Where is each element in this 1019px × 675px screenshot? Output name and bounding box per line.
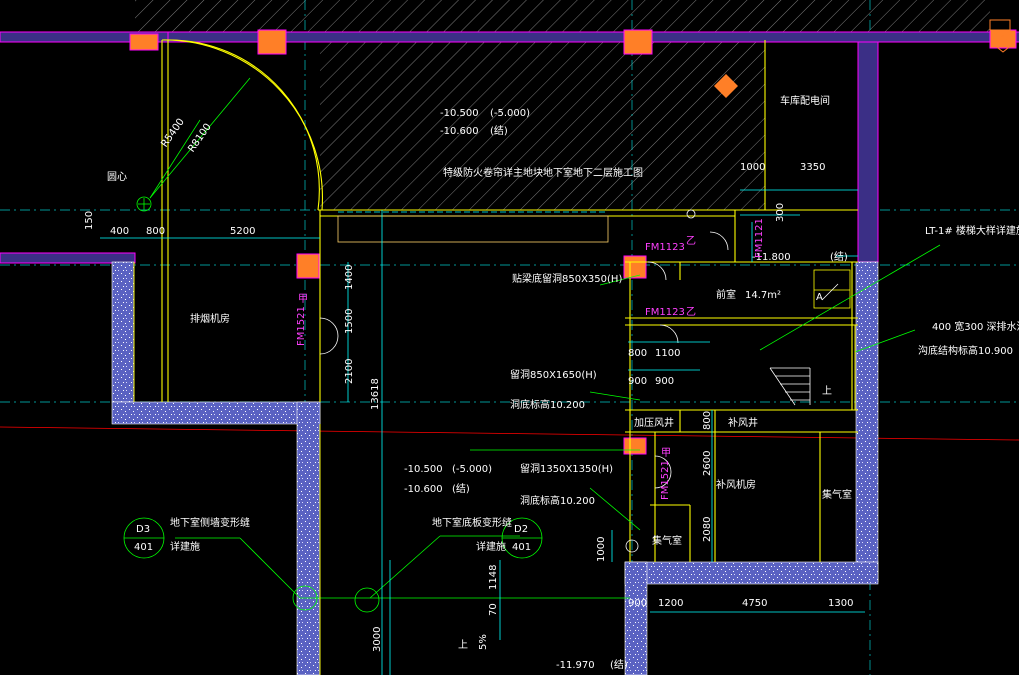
- dim-800-c: 800: [702, 411, 713, 430]
- elev-mid-a-paren: (-5.000): [452, 464, 492, 475]
- gas-room-1-label: 集气室: [822, 488, 852, 501]
- dim-1400: 1400: [344, 265, 355, 290]
- dim-1000-top: 1000: [740, 162, 765, 173]
- dim-800-b: 800: [628, 348, 647, 359]
- supply-shaft-label: 补风井: [728, 416, 758, 429]
- elev-top-a: -10.500: [440, 108, 479, 119]
- elev-bottom-paren: (结): [610, 658, 628, 671]
- fire-mark-jia-b: 甲: [661, 448, 671, 459]
- dim-900-c: 900: [628, 598, 647, 609]
- dim-1200: 1200: [658, 598, 683, 609]
- callout-d2-bottom: 401: [512, 542, 531, 553]
- dim-400: 400: [110, 226, 129, 237]
- elev-mid-b: -10.600: [404, 484, 443, 495]
- dim-4750: 4750: [742, 598, 767, 609]
- elev-stair-paren: (结): [830, 250, 848, 263]
- dim-5200: 5200: [230, 226, 255, 237]
- shutter-note: 特级防火卷帘详主地块地下室地下二层施工图: [443, 166, 643, 179]
- door-fm1123-a: FM1123: [645, 242, 685, 253]
- fan-room-label: 排烟机房: [190, 312, 230, 325]
- hole-1-label: 留洞850X1650(H): [510, 368, 597, 381]
- elev-bottom: -11.970: [556, 660, 595, 671]
- dim-900-b: 900: [655, 376, 674, 387]
- dim-300: 300: [775, 203, 786, 222]
- front-room-area: 14.7m²: [745, 290, 781, 301]
- elev-top-a-paren: (-5.000): [490, 108, 530, 119]
- elev-mid-a: -10.500: [404, 464, 443, 475]
- dim-2080: 2080: [702, 517, 713, 542]
- dim-2100: 2100: [344, 359, 355, 384]
- detail-ref-2: 详建施: [476, 540, 506, 553]
- dim-800: 800: [146, 226, 165, 237]
- fire-mark-jia: 甲: [298, 294, 308, 305]
- dim-1148: 1148: [488, 565, 499, 590]
- radius-a-label: R5400: [159, 117, 187, 150]
- dim-2600: 2600: [702, 451, 713, 476]
- hole-2-base: 洞底标高10.200: [520, 494, 595, 507]
- door-fm1521-b: FM1521: [660, 460, 671, 500]
- elev-mid-b-paren: (结): [452, 482, 470, 495]
- hole-1-base: 洞底标高10.200: [510, 398, 585, 411]
- dim-900-a: 900: [628, 376, 647, 387]
- elev-top-b: -10.600: [440, 126, 479, 137]
- circle-center-label: 圆心: [107, 171, 127, 183]
- joint-wall-label: 地下室侧墙变形缝: [170, 516, 250, 529]
- dim-70: 70: [488, 603, 499, 616]
- dim-1500: 1500: [344, 309, 355, 334]
- callout-d3-top: D3: [136, 524, 150, 535]
- door-fm1521-a: FM1521: [296, 306, 307, 346]
- stair-up-label: 上: [822, 385, 832, 397]
- radius-b-label: R8100: [186, 122, 214, 155]
- dim-13618: 13618: [370, 378, 381, 410]
- dim-3000: 3000: [372, 627, 383, 652]
- dim-150: 150: [84, 211, 95, 230]
- callout-d2-top: D2: [514, 524, 528, 535]
- dim-1100: 1100: [655, 348, 680, 359]
- lt-note: LT-1# 楼梯大样详建施: [925, 224, 1019, 237]
- callout-d3-bottom: 401: [134, 542, 153, 553]
- door-a-mark: A: [816, 292, 823, 303]
- stair-up-2-label: 上: [458, 639, 468, 651]
- front-room-label: 前室: [716, 288, 736, 301]
- detail-ref-1: 详建施: [170, 540, 200, 553]
- supply-room-label: 补风机房: [716, 478, 756, 491]
- door-fm1123-b: FM1123: [645, 307, 685, 318]
- dim-1300: 1300: [828, 598, 853, 609]
- joint-floor-label: 地下室底板变形缝: [432, 516, 512, 529]
- gas-room-2-label: 集气室: [652, 534, 682, 547]
- fire-mark-yi-b: 乙: [686, 306, 696, 318]
- smoke-shaft-label: 加压风井: [634, 416, 674, 429]
- hole-2-label: 留洞1350X1350(H): [520, 462, 613, 475]
- garage-room-label: 车库配电间: [780, 94, 830, 107]
- dim-1000-b: 1000: [596, 537, 607, 562]
- fire-mark-yi-a: 乙: [686, 235, 696, 247]
- door-fm1121: FM1121: [754, 218, 765, 258]
- dim-5p: 5%: [478, 634, 489, 650]
- beam-hole-label: 贴梁底留洞850X350(H): [512, 272, 622, 285]
- ditch-base: 沟底结构标高10.900: [918, 344, 1013, 357]
- cad-drawing-canvas: -10.500 (-5.000) -10.600 (结) 特级防火卷帘详主地块地…: [0, 0, 1019, 675]
- dim-3350: 3350: [800, 162, 825, 173]
- ditch-note: 400 宽300 深排水沟: [932, 320, 1019, 333]
- elev-top-b-paren: (结): [490, 124, 508, 137]
